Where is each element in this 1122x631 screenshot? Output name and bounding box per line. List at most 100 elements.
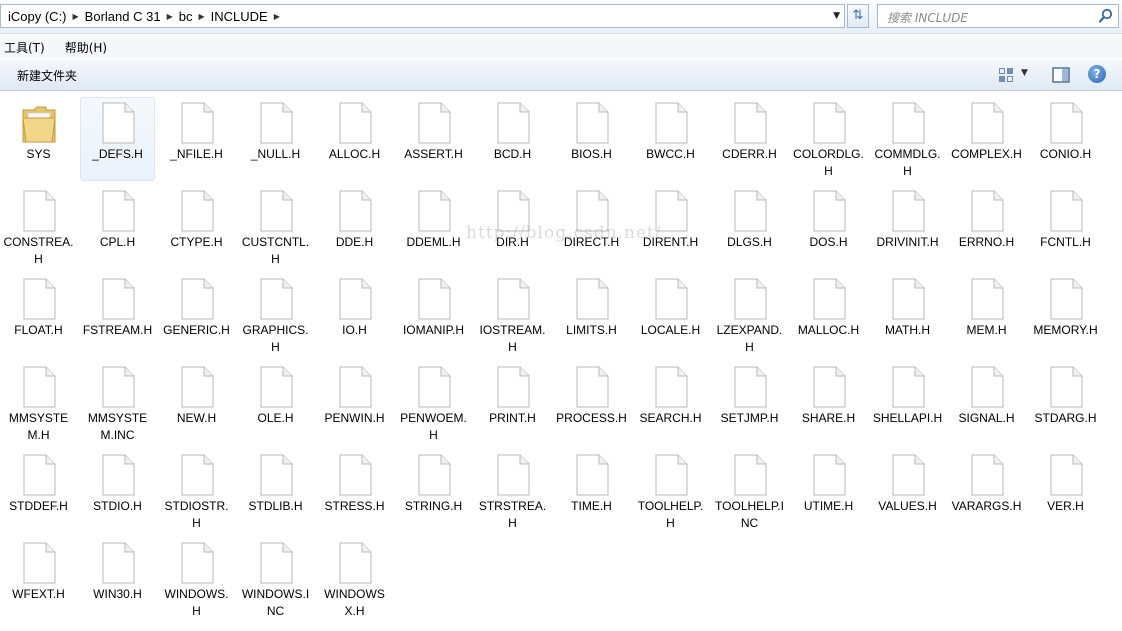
file-item[interactable]: _DEFS.H: [80, 97, 155, 181]
preview-pane-icon[interactable]: [1052, 67, 1070, 83]
file-item[interactable]: PROCESS.H: [554, 361, 629, 445]
file-item[interactable]: STDIOSTR.H: [159, 449, 234, 533]
file-item[interactable]: VALUES.H: [870, 449, 945, 533]
file-item[interactable]: PENWOEM.H: [396, 361, 471, 445]
file-item[interactable]: DIRENT.H: [633, 185, 708, 269]
file-item[interactable]: DDEML.H: [396, 185, 471, 269]
file-item[interactable]: LIMITS.H: [554, 273, 629, 357]
file-item[interactable]: CONIO.H: [1028, 97, 1103, 181]
file-item[interactable]: IOSTREAM.H: [475, 273, 550, 357]
file-item[interactable]: STRESS.H: [317, 449, 392, 533]
menu-tools[interactable]: 工具(T): [0, 39, 53, 56]
file-name: COMMDLG.H: [874, 147, 941, 178]
search-box[interactable]: 搜索 INCLUDE: [877, 4, 1119, 28]
file-item[interactable]: OLE.H: [238, 361, 313, 445]
file-item[interactable]: IOMANIP.H: [396, 273, 471, 357]
file-item[interactable]: BCD.H: [475, 97, 550, 181]
file-item[interactable]: STDARG.H: [1028, 361, 1103, 445]
breadcrumb-borland[interactable]: Borland C 31: [80, 9, 166, 24]
file-item[interactable]: MMSYSTEM.H: [1, 361, 76, 445]
new-folder-button[interactable]: 新建文件夹: [17, 67, 77, 84]
file-item[interactable]: MEMORY.H: [1028, 273, 1103, 357]
file-item[interactable]: DIR.H: [475, 185, 550, 269]
file-item[interactable]: DLGS.H: [712, 185, 787, 269]
menu-bar: 工具(T) 帮助(H): [0, 36, 1122, 58]
file-item[interactable]: BIOS.H: [554, 97, 629, 181]
file-item[interactable]: _NULL.H: [238, 97, 313, 181]
address-dropdown-icon[interactable]: ▼: [833, 11, 840, 21]
breadcrumb-bc[interactable]: bc: [174, 9, 198, 24]
file-item[interactable]: WFEXT.H: [1, 537, 76, 621]
file-item[interactable]: LZEXPAND.H: [712, 273, 787, 357]
search-input[interactable]: 搜索 INCLUDE: [887, 9, 968, 26]
file-view[interactable]: SYS _DEFS.H _NFILE.H _NULL.H ALLOC.H ASS…: [0, 92, 1122, 631]
refresh-button[interactable]: ⇅: [847, 4, 869, 28]
file-item[interactable]: DOS.H: [791, 185, 866, 269]
breadcrumb-arrow-icon[interactable]: ▶: [72, 12, 80, 21]
file-item[interactable]: NEW.H: [159, 361, 234, 445]
view-dropdown-icon[interactable]: ▼: [1021, 68, 1028, 78]
file-item[interactable]: SHELLAPI.H: [870, 361, 945, 445]
file-item[interactable]: FCNTL.H: [1028, 185, 1103, 269]
file-item[interactable]: DIRECT.H: [554, 185, 629, 269]
file-item[interactable]: DDE.H: [317, 185, 392, 269]
file-item[interactable]: SIGNAL.H: [949, 361, 1024, 445]
file-item[interactable]: CPL.H: [80, 185, 155, 269]
view-options-icon[interactable]: [998, 67, 1014, 83]
file-item[interactable]: STDIO.H: [80, 449, 155, 533]
file-item[interactable]: GENERIC.H: [159, 273, 234, 357]
file-name: WIN30.H: [93, 587, 142, 601]
file-item[interactable]: STRING.H: [396, 449, 471, 533]
file-item[interactable]: PENWIN.H: [317, 361, 392, 445]
file-item[interactable]: PRINT.H: [475, 361, 550, 445]
file-item[interactable]: ERRNO.H: [949, 185, 1024, 269]
file-item[interactable]: ALLOC.H: [317, 97, 392, 181]
file-item[interactable]: COLORDLG.H: [791, 97, 866, 181]
file-item[interactable]: VER.H: [1028, 449, 1103, 533]
file-item[interactable]: WINDOWS.H: [159, 537, 234, 621]
file-item[interactable]: STRSTREA.H: [475, 449, 550, 533]
search-icon[interactable]: [1098, 8, 1114, 24]
breadcrumb-arrow-icon[interactable]: ▶: [197, 12, 205, 21]
breadcrumb-drive[interactable]: iCopy (C:): [3, 9, 72, 24]
file-item[interactable]: TOOLHELP.H: [633, 449, 708, 533]
file-item[interactable]: STDLIB.H: [238, 449, 313, 533]
address-bar[interactable]: iCopy (C:) ▶ Borland C 31 ▶ bc ▶ INCLUDE…: [0, 4, 845, 28]
file-item[interactable]: MEM.H: [949, 273, 1024, 357]
file-item[interactable]: UTIME.H: [791, 449, 866, 533]
file-item[interactable]: BWCC.H: [633, 97, 708, 181]
file-item[interactable]: MATH.H: [870, 273, 945, 357]
file-item[interactable]: LOCALE.H: [633, 273, 708, 357]
file-item[interactable]: CONSTREA.H: [1, 185, 76, 269]
file-item[interactable]: COMMDLG.H: [870, 97, 945, 181]
file-item[interactable]: CDERR.H: [712, 97, 787, 181]
folder-item[interactable]: SYS: [1, 97, 76, 181]
file-item[interactable]: FLOAT.H: [1, 273, 76, 357]
breadcrumb-arrow-icon[interactable]: ▶: [273, 12, 281, 21]
file-item[interactable]: _NFILE.H: [159, 97, 234, 181]
file-item[interactable]: WINDOWS.INC: [238, 537, 313, 621]
file-item[interactable]: SETJMP.H: [712, 361, 787, 445]
file-item[interactable]: STDDEF.H: [1, 449, 76, 533]
file-item[interactable]: WIN30.H: [80, 537, 155, 621]
file-item[interactable]: VARARGS.H: [949, 449, 1024, 533]
breadcrumb-include[interactable]: INCLUDE: [206, 9, 273, 24]
file-item[interactable]: COMPLEX.H: [949, 97, 1024, 181]
file-item[interactable]: SEARCH.H: [633, 361, 708, 445]
file-item[interactable]: SHARE.H: [791, 361, 866, 445]
file-item[interactable]: MALLOC.H: [791, 273, 866, 357]
file-item[interactable]: TOOLHELP.INC: [712, 449, 787, 533]
file-item[interactable]: WINDOWSX.H: [317, 537, 392, 621]
file-item[interactable]: IO.H: [317, 273, 392, 357]
file-item[interactable]: CUSTCNTL.H: [238, 185, 313, 269]
breadcrumb-arrow-icon[interactable]: ▶: [166, 12, 174, 21]
file-item[interactable]: ASSERT.H: [396, 97, 471, 181]
file-item[interactable]: MMSYSTEM.INC: [80, 361, 155, 445]
file-item[interactable]: GRAPHICS.H: [238, 273, 313, 357]
file-item[interactable]: CTYPE.H: [159, 185, 234, 269]
menu-help[interactable]: 帮助(H): [53, 39, 115, 56]
help-button[interactable]: ?: [1088, 65, 1106, 83]
file-item[interactable]: DRIVINIT.H: [870, 185, 945, 269]
file-item[interactable]: TIME.H: [554, 449, 629, 533]
file-item[interactable]: FSTREAM.H: [80, 273, 155, 357]
